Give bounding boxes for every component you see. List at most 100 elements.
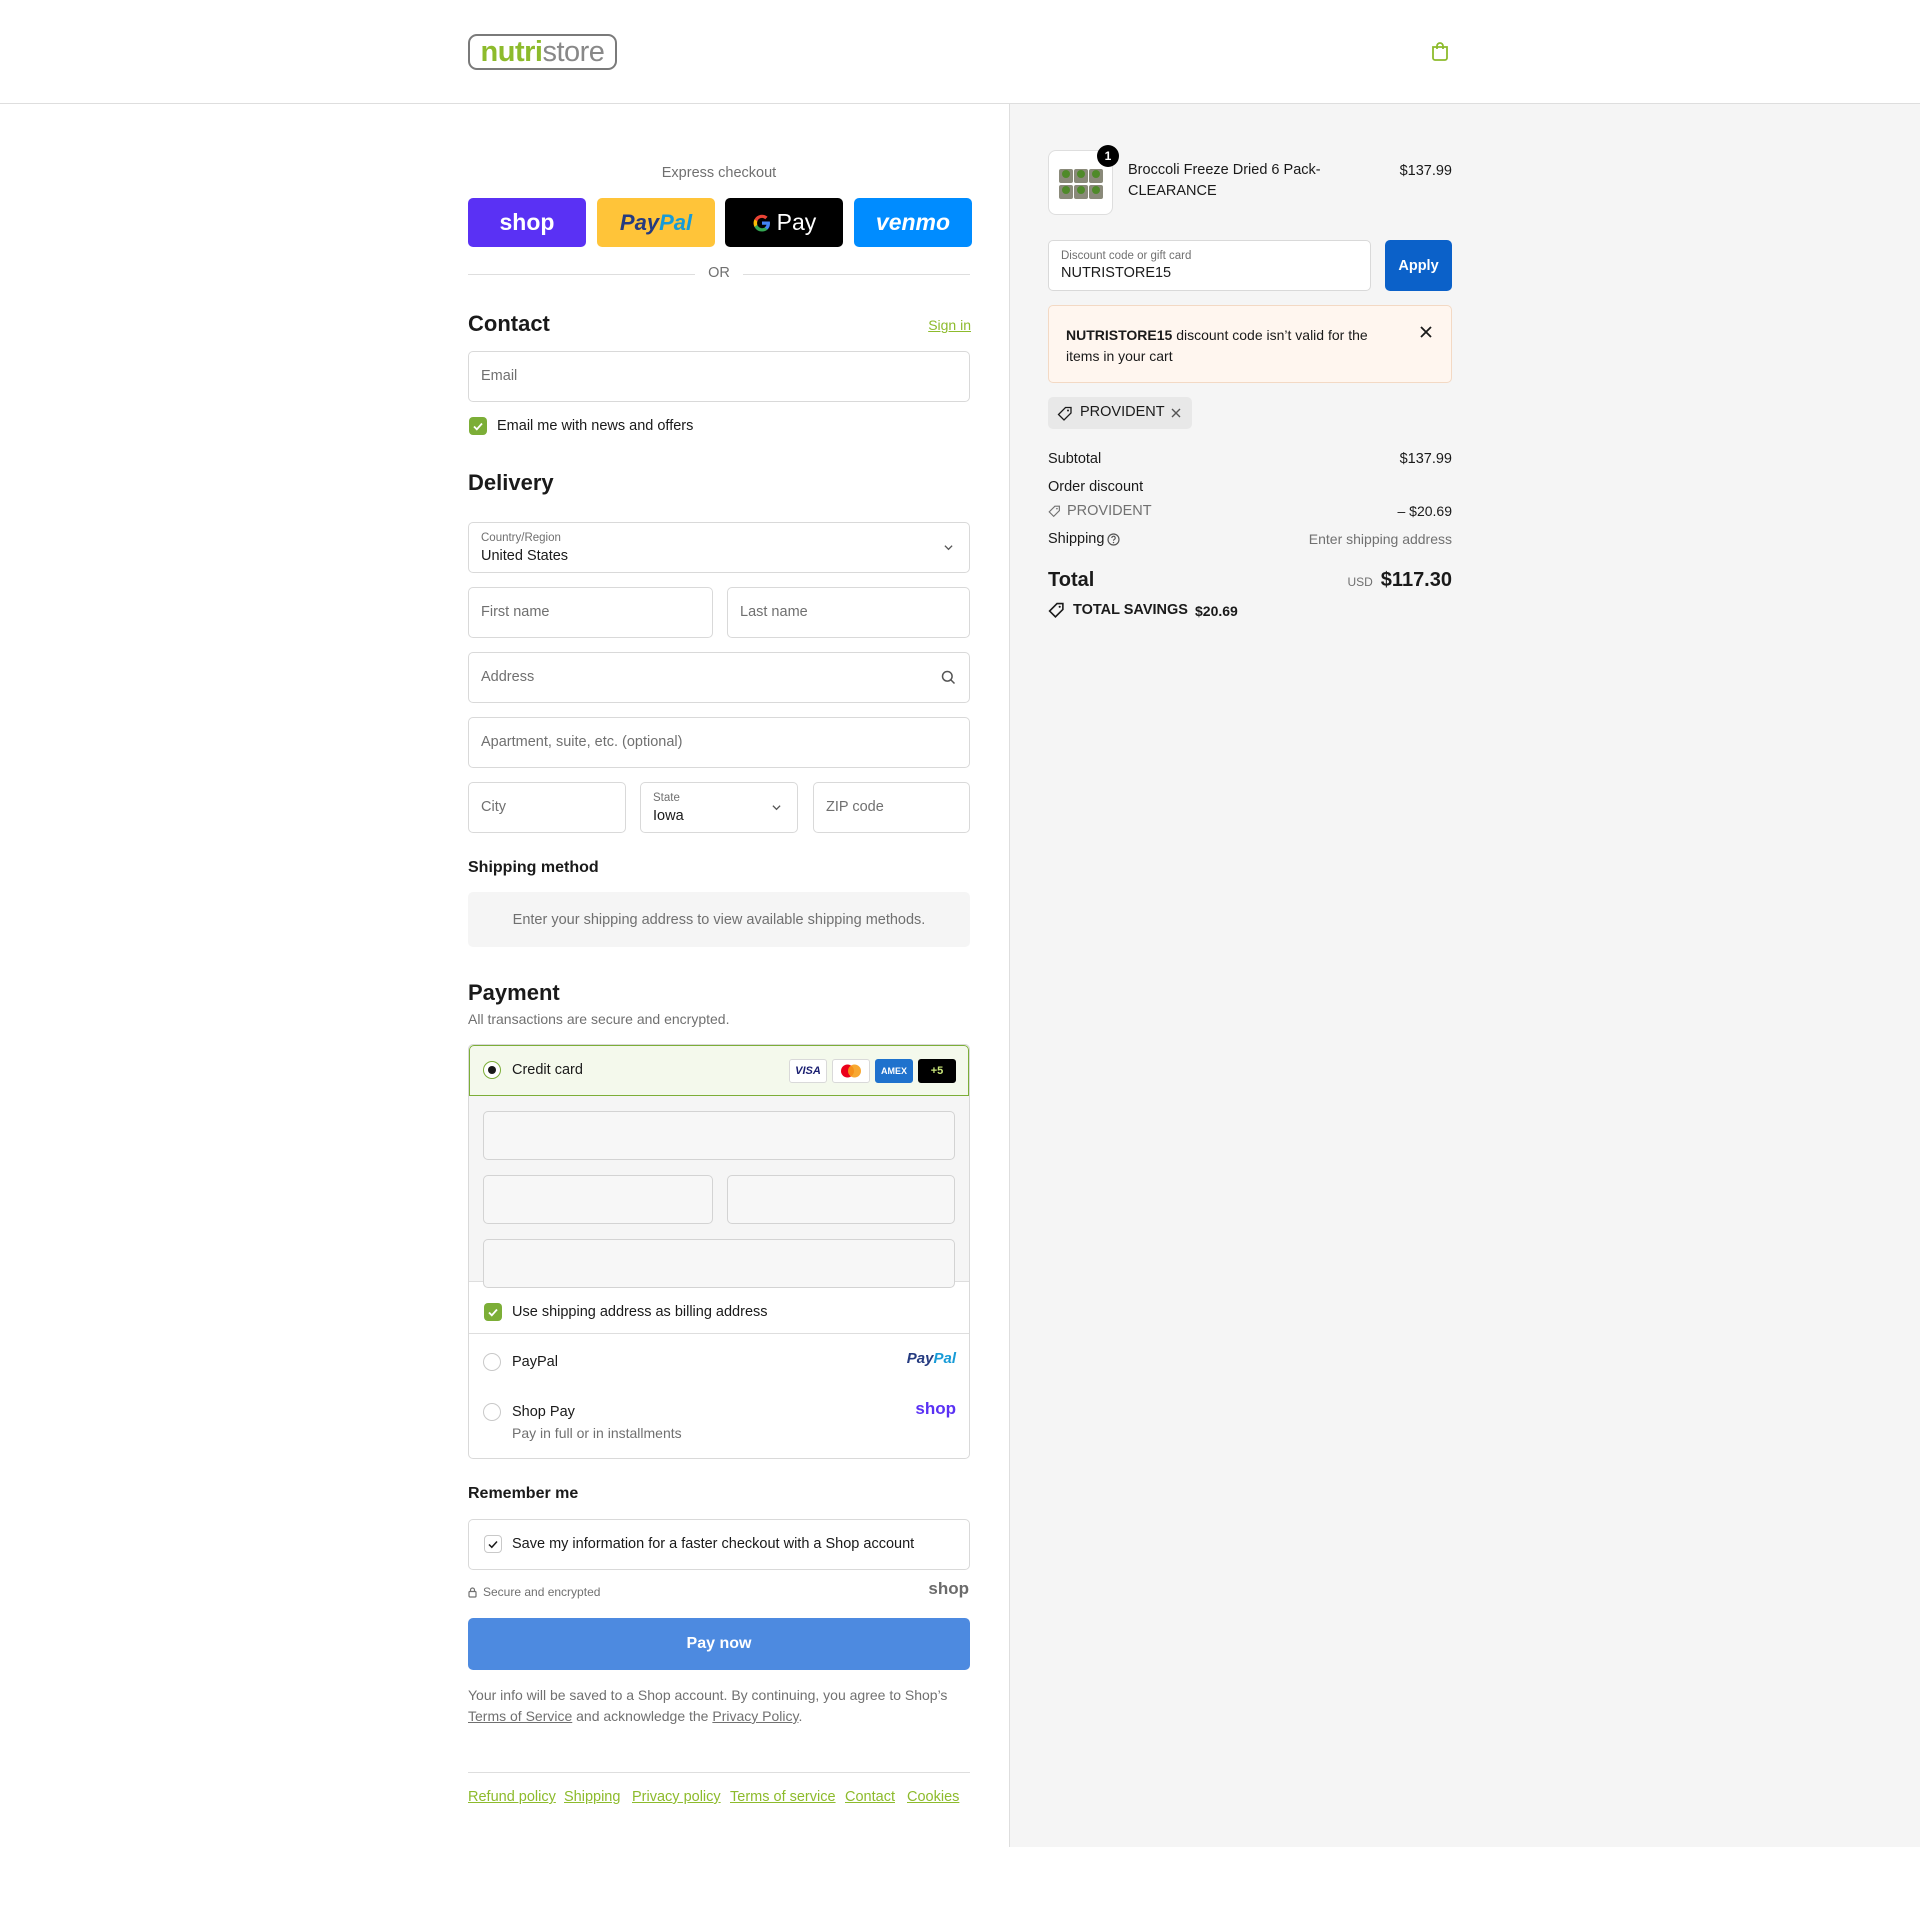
address-placeholder: Address — [481, 669, 535, 685]
remember-me-heading: Remember me — [468, 1485, 579, 1502]
footer-link-refund-policy[interactable]: Refund policy — [468, 1789, 556, 1805]
close-icon[interactable] — [1420, 326, 1432, 338]
last-name-placeholder: Last name — [740, 604, 808, 620]
first-name-field[interactable]: First name — [468, 587, 713, 638]
venmo-button[interactable]: venmo — [854, 198, 972, 247]
legal-line1: Your info will be saved to a Shop accoun… — [468, 1687, 948, 1703]
country-select[interactable]: Country/Region United States — [468, 522, 970, 573]
country-value: United States — [481, 548, 569, 564]
item-name: Broccoli Freeze Dried 6 Pack- CLEARANCE — [1128, 160, 1321, 202]
more-cards-text: +5 — [930, 1065, 944, 1077]
zip-field[interactable]: ZIP code — [813, 782, 970, 833]
mastercard-icon — [832, 1059, 870, 1083]
google-pay-label: Pay — [776, 209, 817, 235]
paypal-label-part1: Pay — [619, 209, 660, 235]
store-logo[interactable]: nutri store — [468, 34, 617, 70]
apartment-field[interactable]: Apartment, suite, etc. (optional) — [468, 717, 970, 768]
card-number-field[interactable] — [483, 1111, 955, 1160]
discount-error-text-1: discount code isn’t valid for the — [1172, 327, 1368, 343]
paypal-logo-part2: Pal — [933, 1350, 956, 1367]
news-checkbox-label: Email me with news and offers — [497, 418, 694, 434]
google-pay-button[interactable]: Pay — [725, 198, 843, 247]
first-name-placeholder: First name — [481, 604, 550, 620]
venmo-label: venmo — [875, 209, 951, 235]
total-label: Total — [1048, 569, 1095, 591]
more-cards-badge: +5 — [918, 1059, 956, 1083]
contact-heading: Contact — [468, 311, 550, 336]
discount-field-value: NUTRISTORE15 — [1061, 265, 1172, 281]
privacy-policy-link[interactable]: Privacy Policy — [712, 1708, 798, 1724]
city-field[interactable]: City — [468, 782, 626, 833]
footer-link-cookies[interactable]: Cookies — [907, 1789, 959, 1805]
shop-pay-logo: shop — [915, 1399, 956, 1418]
order-discount-code: PROVIDENT — [1067, 503, 1152, 519]
terms-of-service-link[interactable]: Terms of Service — [468, 1708, 572, 1724]
credit-card-radio[interactable] — [483, 1061, 501, 1079]
card-cvv-field[interactable] — [727, 1175, 955, 1224]
country-label: Country/Region — [481, 532, 561, 544]
express-checkout-title: Express checkout — [661, 165, 777, 181]
footer-link-contact[interactable]: Contact — [845, 1789, 895, 1805]
city-placeholder: City — [481, 799, 506, 815]
news-checkbox[interactable] — [469, 417, 487, 435]
header: nutri store — [0, 0, 1920, 104]
discount-code-field[interactable]: Discount code or gift card NUTRISTORE15 — [1048, 240, 1371, 291]
footer-divider — [468, 1772, 970, 1773]
total-currency: USD — [1347, 575, 1373, 589]
item-quantity-badge: 1 — [1097, 145, 1119, 167]
or-divider-left — [468, 274, 695, 275]
shop-pay-button[interactable]: shop — [468, 198, 586, 247]
paypal-button[interactable]: Pay Pal — [597, 198, 715, 247]
total-savings-label: TOTAL SAVINGS — [1073, 602, 1188, 618]
discount-error-text-2: items in your cart — [1066, 348, 1173, 364]
shop-pay-radio[interactable] — [483, 1403, 501, 1421]
billing-address-label: Use shipping address as billing address — [512, 1304, 768, 1320]
state-select[interactable]: State Iowa — [640, 782, 798, 833]
applied-discount-tag: PROVIDENT — [1048, 397, 1192, 429]
shipping-methods-notice: Enter your shipping address to view avai… — [468, 892, 970, 947]
or-label: OR — [708, 265, 730, 281]
save-info-checkbox[interactable] — [484, 1535, 502, 1553]
or-divider-right — [743, 274, 970, 275]
check-icon — [488, 1308, 498, 1317]
item-price: $137.99 — [1399, 163, 1452, 179]
paypal-radio[interactable] — [483, 1353, 501, 1371]
email-field[interactable]: Email — [468, 351, 970, 402]
shop-pay-subtitle: Pay in full or in installments — [512, 1425, 682, 1441]
shop-pay-option-label: Shop Pay — [512, 1404, 575, 1420]
payment-divider — [469, 1333, 969, 1334]
discount-error-code: NUTRISTORE15 — [1066, 327, 1173, 343]
shopping-bag-icon[interactable] — [1431, 41, 1449, 61]
footer-link-shipping[interactable]: Shipping — [564, 1789, 620, 1805]
discount-error-message: NUTRISTORE15 discount code isn’t valid f… — [1066, 325, 1386, 367]
credit-card-label: Credit card — [512, 1062, 583, 1078]
tag-icon — [1057, 406, 1072, 421]
delivery-heading: Delivery — [468, 470, 554, 495]
shop-logo: shop — [928, 1579, 969, 1598]
help-icon[interactable] — [1107, 533, 1120, 546]
card-expiry-field[interactable] — [483, 1175, 713, 1224]
state-label: State — [653, 792, 680, 804]
footer-link-privacy-policy[interactable]: Privacy policy — [632, 1789, 721, 1805]
paypal-logo-part1: Pay — [906, 1350, 934, 1367]
amex-text: AMEX — [880, 1066, 907, 1076]
card-name-field[interactable] — [483, 1239, 955, 1288]
address-field[interactable]: Address — [468, 652, 970, 703]
zip-placeholder: ZIP code — [826, 799, 884, 815]
visa-text: VISA — [795, 1065, 821, 1077]
last-name-field[interactable]: Last name — [727, 587, 970, 638]
footer-link-terms-of-service[interactable]: Terms of service — [730, 1789, 836, 1805]
remove-discount-icon[interactable] — [1171, 408, 1181, 418]
payment-heading: Payment — [468, 980, 560, 1005]
visa-icon: VISA — [789, 1059, 827, 1083]
paypal-option-label: PayPal — [512, 1354, 558, 1370]
sign-in-link[interactable]: Sign in — [928, 317, 971, 333]
item-quantity: 1 — [1104, 149, 1112, 163]
shipping-value: Enter shipping address — [1308, 531, 1452, 547]
pay-now-button[interactable]: Pay now — [468, 1618, 970, 1670]
secure-encrypted-label: Secure and encrypted — [483, 1585, 601, 1599]
billing-address-checkbox[interactable] — [484, 1303, 502, 1321]
apply-button[interactable]: Apply — [1385, 240, 1452, 291]
order-discount-label: Order discount — [1048, 479, 1144, 495]
discount-error-alert: NUTRISTORE15 discount code isn’t valid f… — [1048, 305, 1452, 383]
